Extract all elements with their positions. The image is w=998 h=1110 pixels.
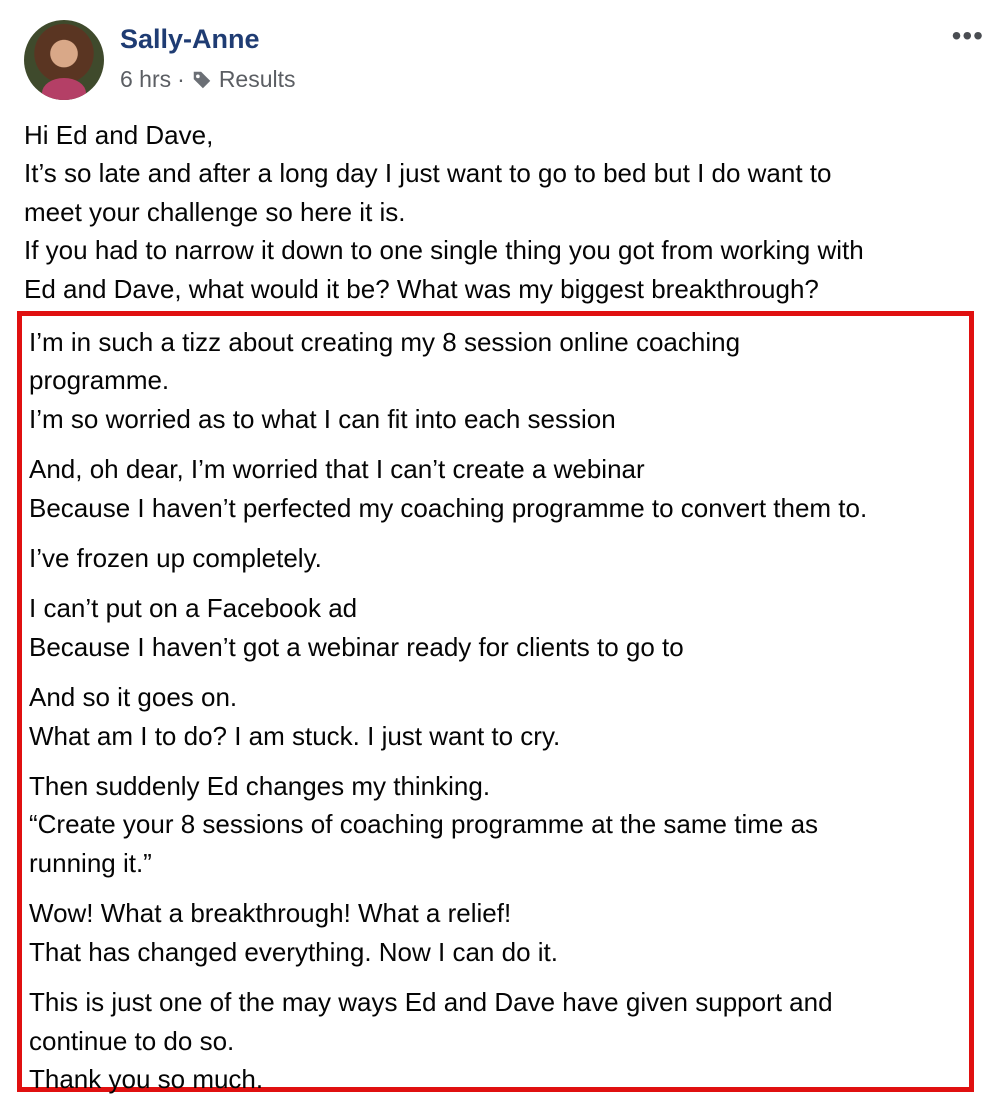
text-line: I can’t put on a Facebook ad [29, 593, 358, 624]
text-line: I’m in such a tizz about creating my 8 s… [29, 327, 741, 357]
text-line: I’ve frozen up completely. [29, 543, 322, 574]
text-line: This is just one of the may ways Ed and … [29, 987, 833, 1018]
avatar[interactable] [24, 20, 104, 100]
text-line: I’m so worried as to what I can fit into… [29, 403, 616, 434]
testimonial-text: I’m in such a tizz about creating my 8 s… [29, 323, 973, 1110]
author-name[interactable]: Sally-Anne [120, 24, 260, 55]
text-line: programme. [29, 365, 170, 396]
paragraph: I’ve frozen up completely. [29, 539, 973, 577]
text-line: running it.” [29, 847, 152, 878]
text-line: Then suddenly Ed changes my thinking. [29, 771, 491, 802]
paragraph: I’m in such a tizz about creating my 8 s… [29, 323, 973, 438]
paragraph: Wow! What a breakthrough! What a relief!… [29, 894, 973, 971]
text-line: What am I to do? I am stuck. I just want… [29, 720, 561, 751]
highlighted-testimonial-box: I’m in such a tizz about creating my 8 s… [17, 311, 974, 1094]
paragraph: And so it goes on. What am I to do? I am… [29, 678, 973, 755]
post-meta: 6 hrs · Results [120, 66, 296, 93]
text-line: And, oh dear, I’m worried that I can’t c… [29, 454, 645, 485]
text-line: “Create your 8 sessions of coaching prog… [29, 809, 819, 840]
intro-line: meet your challenge so here it is. [24, 196, 406, 227]
tag-icon [193, 71, 211, 88]
more-options-icon[interactable]: ••• [952, 20, 984, 52]
text-line: And so it goes on. [29, 682, 238, 713]
text-line: Wow! What a breakthrough! What a relief! [29, 898, 512, 929]
intro-line: It’s so late and after a long day I just… [24, 158, 832, 189]
paragraph: Then suddenly Ed changes my thinking. “C… [29, 767, 973, 882]
paragraph: And, oh dear, I’m worried that I can’t c… [29, 450, 973, 527]
text-line: That has changed everything. Now I can d… [29, 936, 558, 967]
intro-line: Hi Ed and Dave, [24, 120, 214, 150]
paragraph: I can’t put on a Facebook ad Because I h… [29, 589, 973, 666]
text-line: Thank you so much. [29, 1063, 264, 1094]
text-line: continue to do so. [29, 1025, 235, 1056]
post-time[interactable]: 6 hrs [120, 66, 171, 93]
text-line: Because I haven’t got a webinar ready fo… [29, 631, 684, 662]
post-header: Sally-Anne 6 hrs · Results ••• [24, 20, 984, 104]
intro-line: Ed and Dave, what would it be? What was … [24, 273, 819, 304]
paragraph: This is just one of the may ways Ed and … [29, 983, 973, 1098]
post-intro: Hi Ed and Dave, It’s so late and after a… [24, 116, 984, 308]
meta-separator: · [177, 66, 185, 92]
text-line: Because I haven’t perfected my coaching … [29, 492, 868, 523]
post-topic[interactable]: Results [219, 66, 296, 93]
intro-line: If you had to narrow it down to one sing… [24, 235, 864, 266]
